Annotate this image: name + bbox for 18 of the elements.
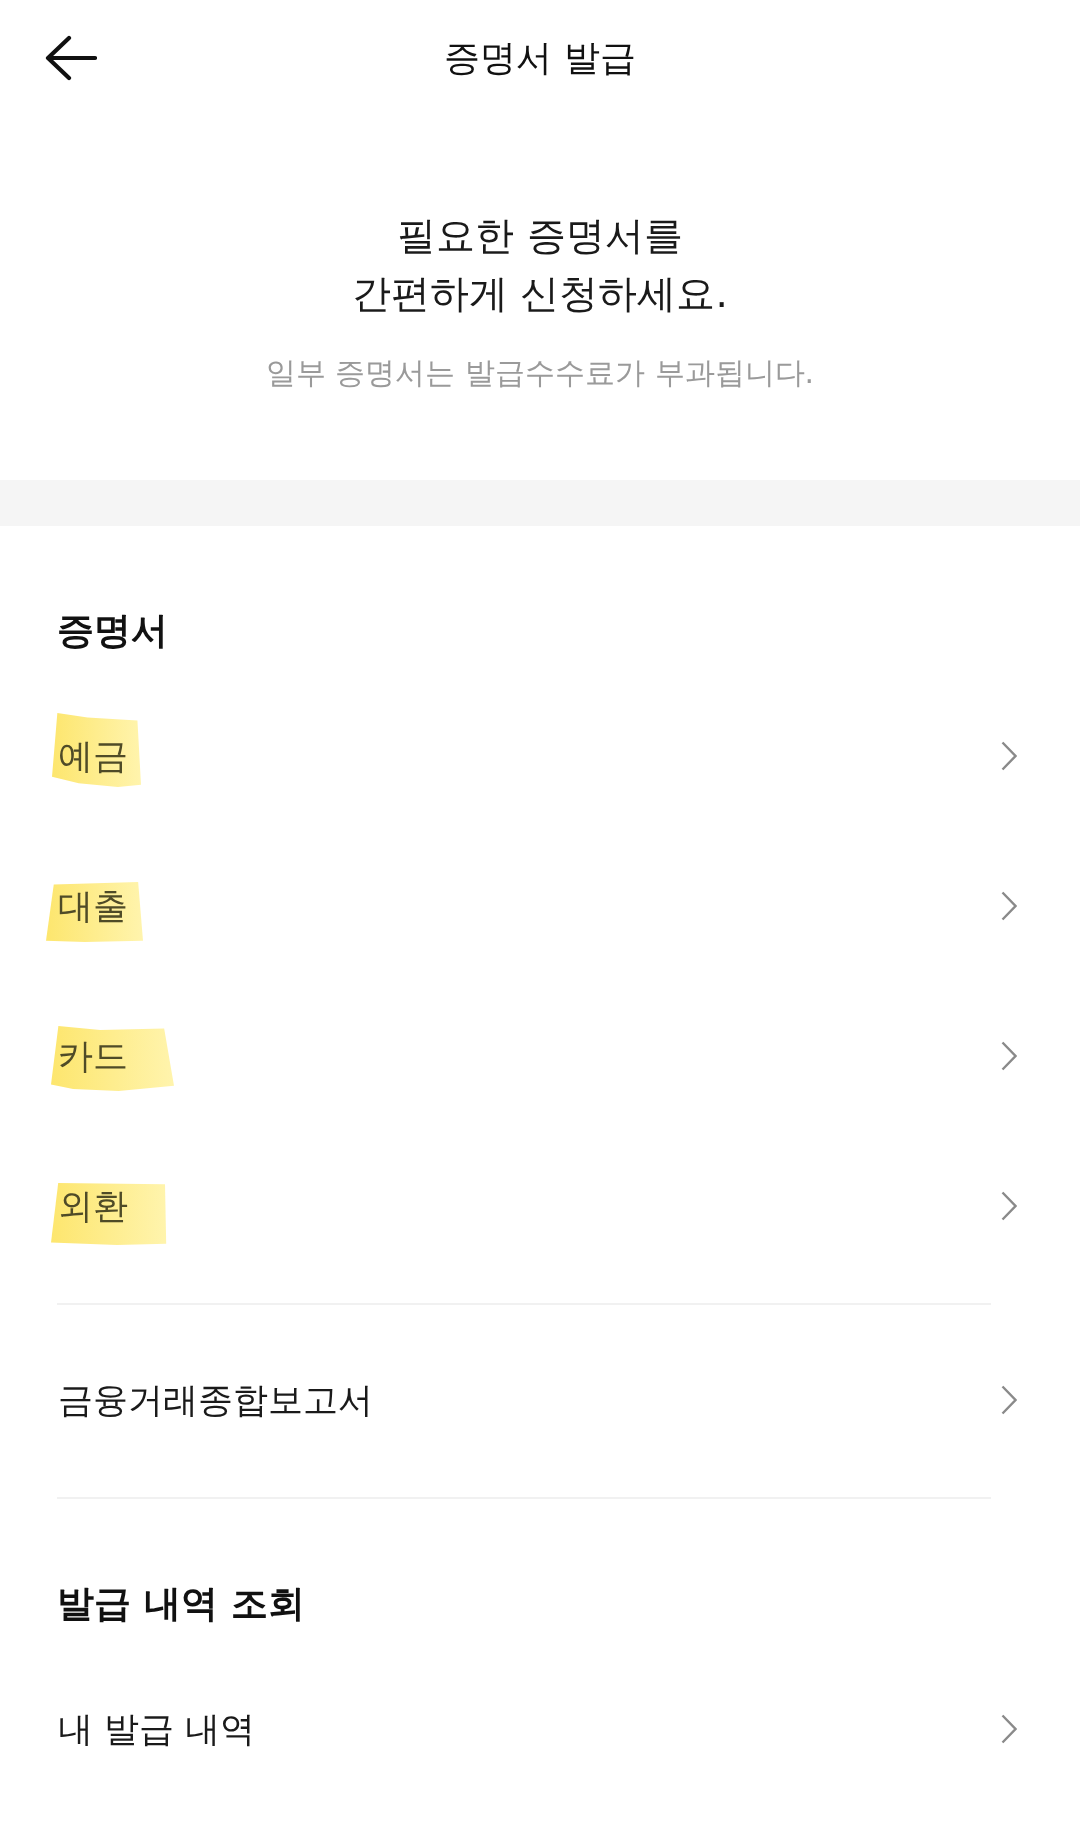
menu-item[interactable]: 외환 [0,1131,1080,1281]
chevron-right-icon [1001,741,1017,771]
fee-notice: 일부 증명서는 발급수수료가 부과됩니다. [264,354,816,392]
section-title: 증명서 [56,608,169,654]
menu-item[interactable]: 카드 [0,981,1080,1131]
menu-item[interactable]: 대출 [0,831,1080,981]
menu-item[interactable]: 내 발급 내역 [0,1654,1080,1804]
section-title: 발급 내역 조회 [56,1581,306,1627]
chevron-right-icon [1001,1191,1017,1221]
back-arrow-icon[interactable] [45,35,97,81]
chevron-right-icon [1001,1714,1017,1744]
menu-item[interactable]: 예금 [0,681,1080,831]
intro-headline: 필요한 증명서를 간편하게 신청하세요. [351,212,729,318]
chevron-right-icon [1001,891,1017,921]
page-title: 증명서 발급 [444,35,636,80]
chevron-right-icon [1001,1385,1017,1415]
menu-item[interactable]: 금융거래종합보고서 [0,1325,1080,1475]
chevron-right-icon [1001,1041,1017,1071]
